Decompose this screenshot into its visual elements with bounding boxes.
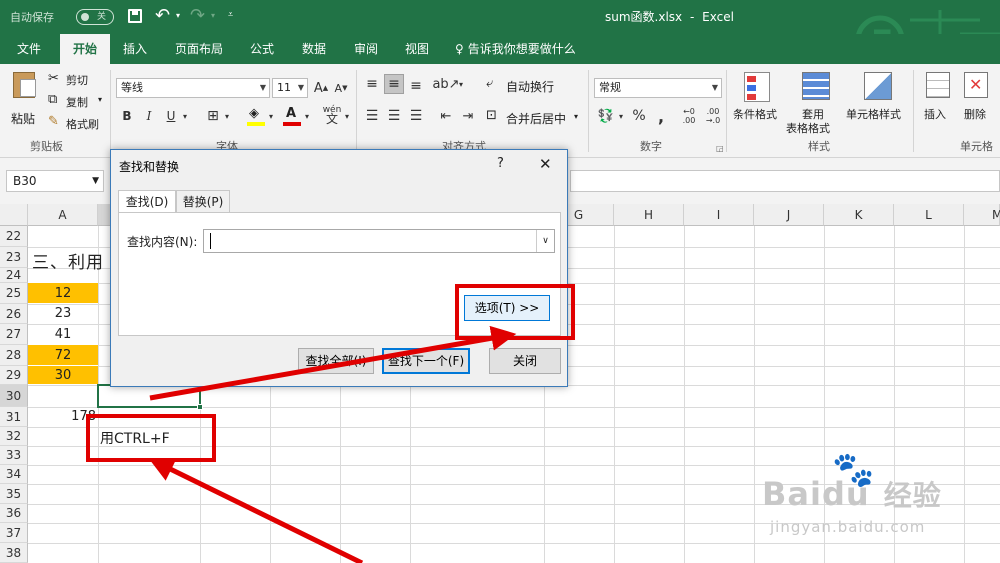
watermark-url: jingyan.baidu.com: [770, 518, 926, 536]
arrow-to-annotation: [148, 458, 364, 563]
watermark-cn: 经验: [883, 479, 942, 512]
arrow-to-options: [149, 325, 517, 401]
baidu-watermark: 🐾 Baidu 经验 jingyan.baidu.com: [762, 450, 972, 550]
watermark-brand-2: du: [821, 475, 870, 513]
watermark-brand: Bai: [762, 475, 822, 513]
